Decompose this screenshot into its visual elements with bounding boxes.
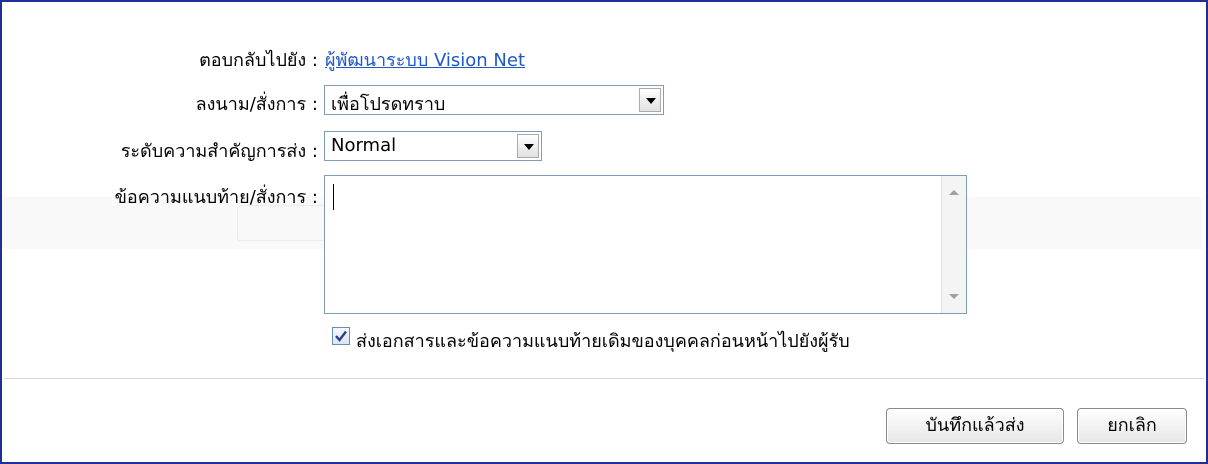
priority-select[interactable]: Normal — [324, 131, 542, 161]
check-icon — [335, 330, 347, 342]
text-caret — [333, 184, 334, 210]
save-send-button[interactable]: บันทึกแล้วส่ง — [886, 408, 1064, 444]
chevron-down-icon[interactable] — [639, 88, 661, 112]
message-textarea[interactable] — [324, 175, 967, 314]
reply-to-label: ตอบกลับไปยัง : — [199, 50, 318, 71]
forward-checkbox-label: ส่งเอกสารและข้อความแนบท้ายเดิมของบุคคลก่… — [356, 331, 850, 352]
message-label: ข้อความแนบท้าย/สั่งการ : — [114, 187, 318, 208]
priority-label: ระดับความสำคัญการส่ง : — [120, 141, 318, 162]
sign-select[interactable]: เพื่อโปรดทราบ — [324, 85, 664, 115]
reply-to-link[interactable]: ผู้พัฒนาระบบ Vision Net — [325, 45, 525, 74]
sign-select-value: เพื่อโปรดทราบ — [331, 94, 446, 115]
cancel-button[interactable]: ยกเลิก — [1077, 408, 1187, 444]
sign-label: ลงนาม/สั่งการ : — [195, 94, 318, 115]
textarea-scrollbar[interactable] — [941, 176, 966, 313]
forward-checkbox[interactable] — [332, 327, 350, 345]
scroll-down-icon[interactable] — [949, 294, 959, 299]
footer-divider — [4, 378, 1204, 379]
reply-dialog: ตอบกลับไปยัง : ผู้พัฒนาระบบ Vision Net ล… — [0, 0, 1208, 464]
scroll-up-icon[interactable] — [949, 190, 959, 195]
priority-select-value: Normal — [331, 135, 397, 156]
chevron-down-icon[interactable] — [517, 134, 539, 158]
